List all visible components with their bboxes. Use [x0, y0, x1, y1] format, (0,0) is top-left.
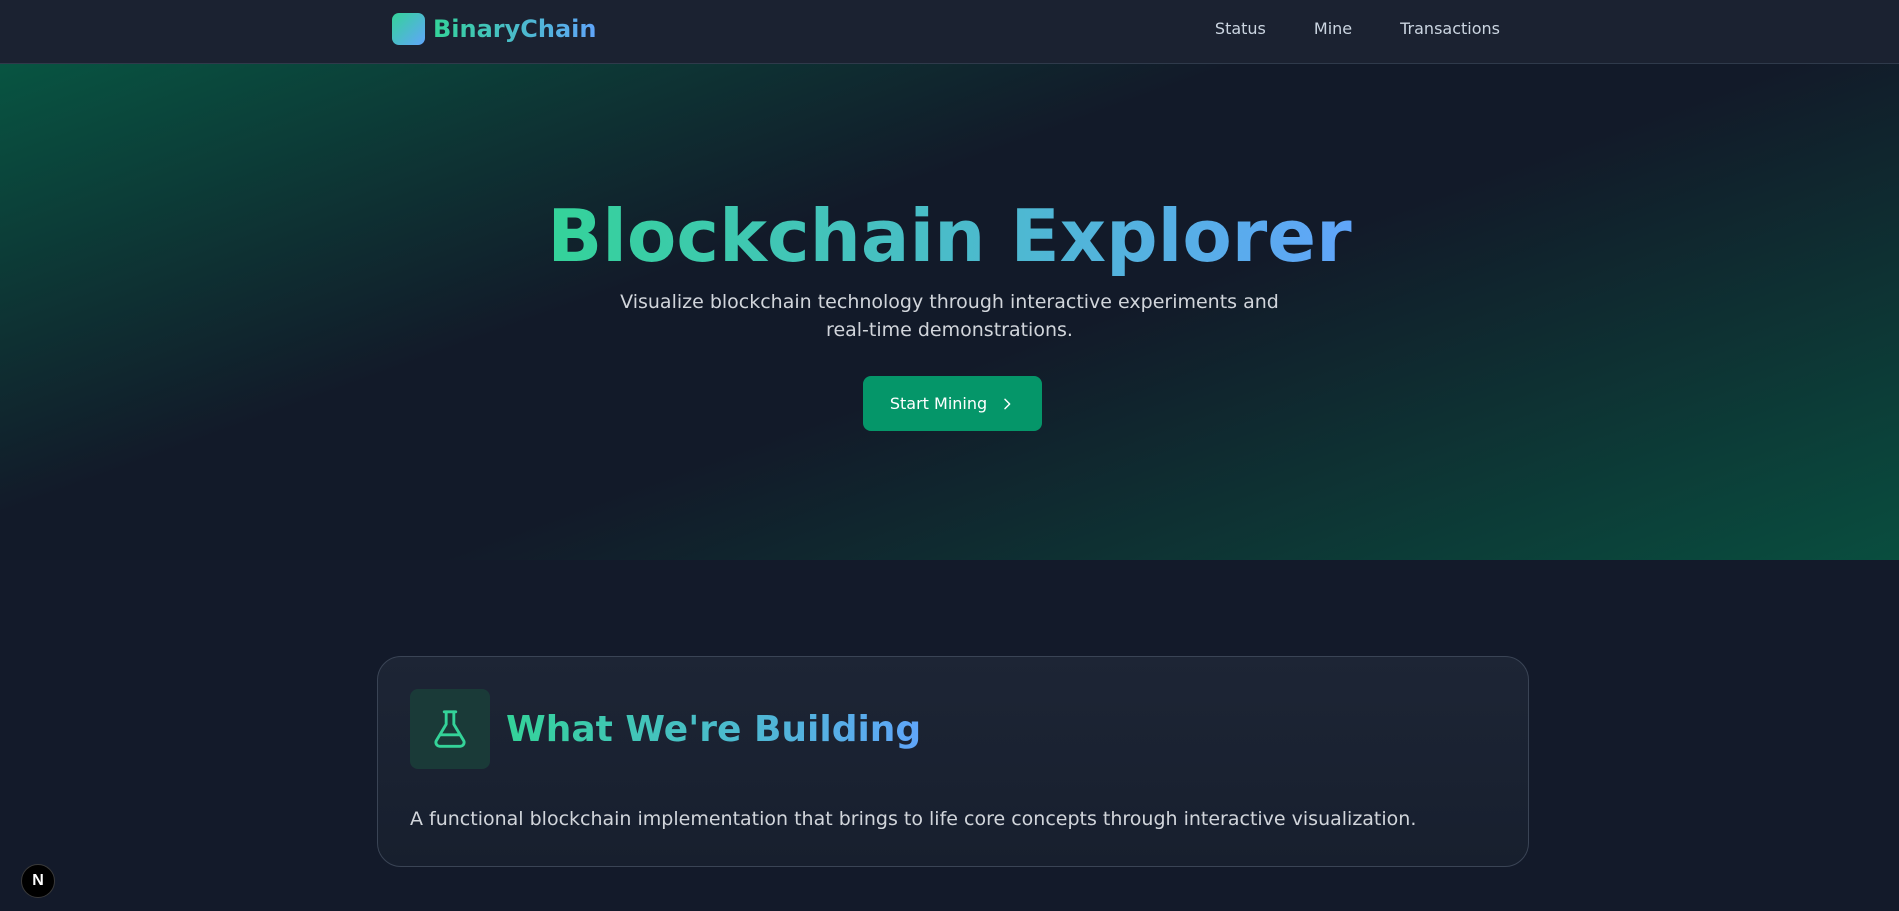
- flask-icon: [434, 710, 466, 748]
- hero-title-text: Blockchain Explorer: [547, 194, 1352, 278]
- nav-link-transactions[interactable]: Transactions: [1400, 18, 1500, 40]
- hero-title: Blockchain Explorer: [0, 192, 1899, 280]
- nav-link-status[interactable]: Status: [1215, 18, 1266, 40]
- start-mining-button[interactable]: Start Mining: [863, 376, 1042, 431]
- building-card: What We're Building A functional blockch…: [377, 656, 1529, 867]
- card-description: A functional blockchain implementation t…: [410, 808, 1417, 830]
- brand-link[interactable]: BinaryChain: [392, 13, 597, 45]
- flask-icon-tile: [410, 689, 490, 769]
- chevron-right-icon: [1004, 398, 1011, 409]
- start-mining-label: Start Mining: [889, 394, 988, 413]
- navbar: BinaryChain Status Mine Transactions: [0, 0, 1899, 64]
- nav-link-mine[interactable]: Mine: [1314, 18, 1352, 40]
- hero-section: Blockchain Explorer Visualize blockchain…: [0, 64, 1899, 560]
- card-title: What We're Building: [506, 707, 921, 753]
- next-dev-indicator[interactable]: N: [21, 864, 55, 898]
- nav-links: Status Mine Transactions: [1215, 18, 1500, 40]
- n-logo-icon: N: [32, 872, 44, 889]
- brand-name: BinaryChain: [433, 15, 597, 43]
- hero-subtitle: Visualize blockchain technology through …: [620, 291, 1279, 341]
- brand-logo-icon: [392, 13, 425, 45]
